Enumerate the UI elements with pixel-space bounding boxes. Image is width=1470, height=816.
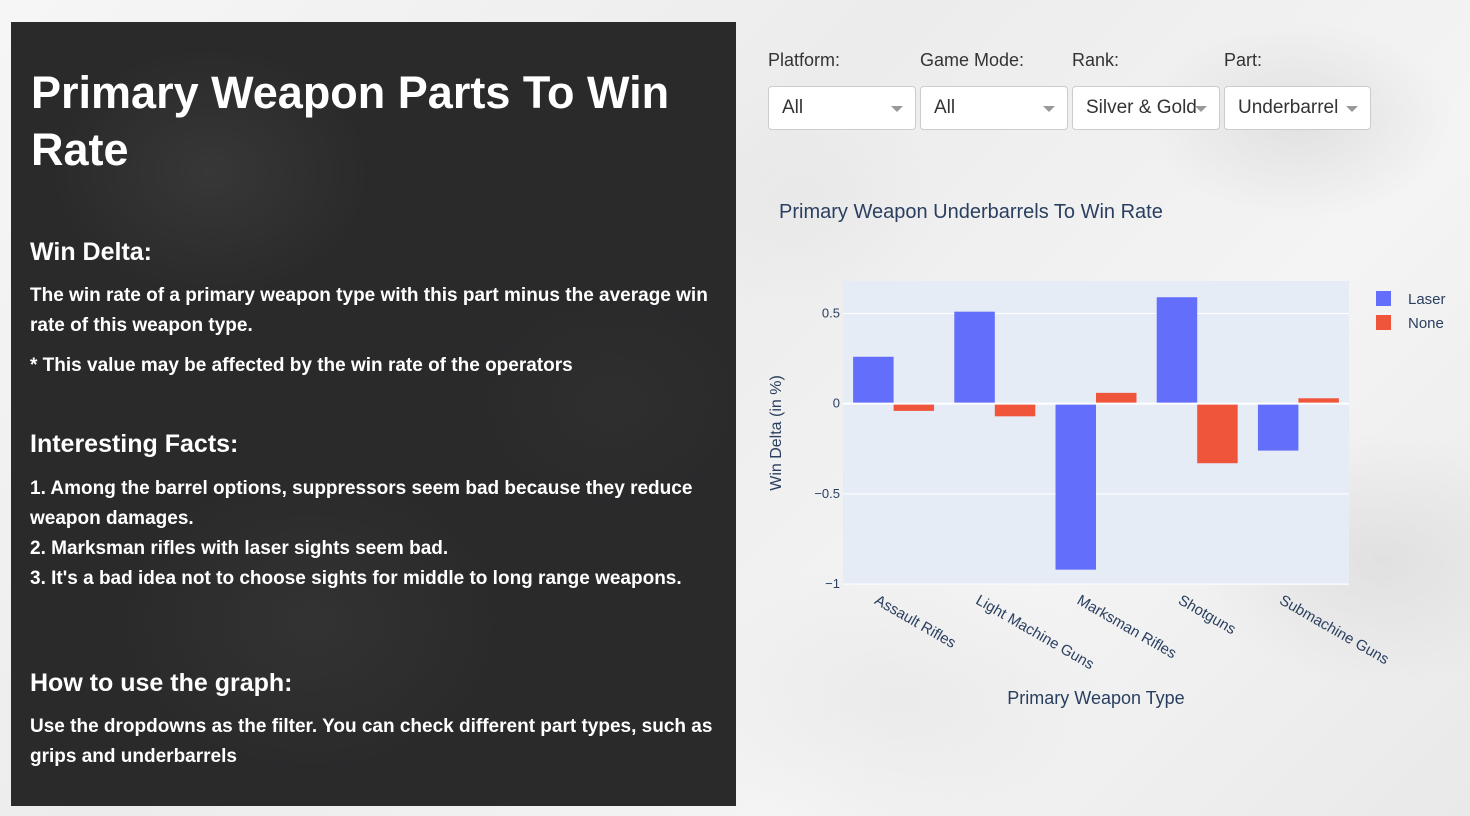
- fact-item-2: 2. Marksman rifles with laser sights see…: [30, 538, 449, 559]
- win-delta-bar-chart: Primary Weapon Underbarrels To Win Rate …: [768, 201, 1446, 708]
- bar-none-shotguns: [1197, 403, 1238, 464]
- howto-description: Use the dropdowns as the filter. You can…: [30, 716, 713, 767]
- x-tick-label: Submachine Guns: [1276, 592, 1391, 668]
- chevron-down-icon: [1346, 106, 1358, 112]
- x-tick-label: Marksman Rifles: [1074, 592, 1179, 663]
- howto-heading: How to use the graph:: [30, 669, 293, 697]
- platform-dropdown[interactable]: All: [768, 86, 916, 130]
- legend: Laser None: [1376, 291, 1446, 332]
- x-axis-ticks: Assault Rifles Light Machine GunsMarksman…: [872, 592, 1392, 673]
- legend-swatch-none: [1376, 315, 1391, 330]
- facts-heading: Interesting Facts:: [30, 430, 239, 458]
- x-tick-label: Shotguns: [1175, 592, 1238, 638]
- win-delta-description: The win rate of a primary weapon type wi…: [30, 285, 708, 336]
- y-axis-label: Win Delta (in %): [768, 375, 785, 491]
- x-tick-label: Assault Rifles: [872, 592, 959, 652]
- y-tick-label: 0.5: [822, 305, 840, 320]
- game-mode-dropdown[interactable]: All: [920, 86, 1068, 130]
- part-label: Part:: [1224, 50, 1263, 70]
- bar-none-light-machine-guns: [994, 403, 1036, 417]
- page-title: Primary Weapon Parts To Win Rate: [31, 67, 670, 175]
- y-tick-label: −0.5: [814, 486, 840, 501]
- platform-label: Platform:: [768, 50, 841, 70]
- y-axis-ticks: 0.5 0 −0.5 −1: [814, 305, 840, 591]
- game-mode-label: Game Mode:: [920, 50, 1025, 70]
- legend-label-laser: Laser: [1408, 291, 1446, 308]
- bar-laser-shotguns: [1156, 297, 1198, 404]
- rank-value: Silver & Gold: [1086, 97, 1197, 118]
- rank-dropdown[interactable]: Silver & Gold: [1072, 86, 1220, 130]
- part-value: Underbarrel: [1238, 97, 1339, 118]
- bar-laser-light-machine-guns: [954, 311, 995, 404]
- x-axis-label: Primary Weapon Type: [1007, 688, 1184, 708]
- bar-none-marksman-rifles: [1096, 392, 1137, 404]
- bar-laser-marksman-rifles: [1055, 403, 1096, 570]
- y-tick-label: −1: [825, 576, 840, 591]
- game-mode-value: All: [934, 97, 956, 118]
- info-panel: Primary Weapon Parts To Win Rate Win Del…: [11, 22, 736, 806]
- bar-none-assault-rifles: [893, 403, 935, 411]
- bar-laser-assault-rifles: [853, 356, 894, 404]
- chevron-down-icon: [891, 106, 903, 112]
- fact-item-1: 1. Among the barrel options, suppressors…: [30, 478, 693, 529]
- y-tick-label: 0: [833, 396, 840, 411]
- bar-laser-submachine-guns: [1257, 403, 1299, 451]
- fact-item-3: 3. It's a bad idea not to choose sights …: [30, 568, 682, 589]
- chart-title: Primary Weapon Underbarrels To Win Rate: [779, 201, 1163, 223]
- part-dropdown[interactable]: Underbarrel: [1224, 86, 1371, 130]
- rank-label: Rank:: [1072, 50, 1120, 70]
- win-delta-heading: Win Delta:: [30, 238, 152, 266]
- platform-value: All: [782, 97, 804, 118]
- win-delta-note: * This value may be affected by the win …: [30, 355, 573, 376]
- legend-swatch-laser: [1376, 291, 1391, 306]
- chevron-down-icon: [1043, 106, 1055, 112]
- chevron-down-icon: [1195, 106, 1207, 112]
- legend-label-none: None: [1408, 315, 1444, 332]
